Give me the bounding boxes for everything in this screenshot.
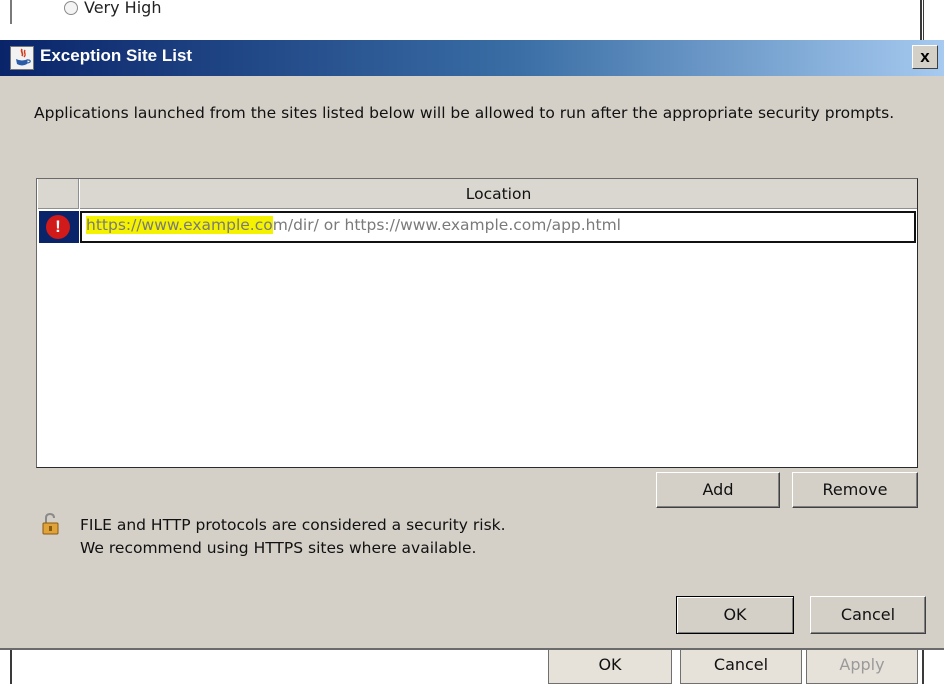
- location-placeholder-text[interactable]: https://www.example.com/dir/ or https://…: [86, 213, 621, 237]
- background-frame-bottom-right: [918, 648, 924, 684]
- background-frame-left: [10, 0, 12, 24]
- dialog-description: Applications launched from the sites lis…: [34, 104, 895, 122]
- url-rest: m/dir/ or https://www.example.com/app.ht…: [272, 216, 621, 234]
- unlocked-padlock-icon: [40, 512, 64, 536]
- error-icon: !: [46, 215, 70, 239]
- table-header-status: [38, 179, 79, 209]
- highlighted-url: https://www.example.co: [86, 216, 273, 234]
- warning-line-1: FILE and HTTP protocols are considered a…: [80, 516, 506, 534]
- very-high-radio-label: Very High: [84, 0, 162, 17]
- java-icon: [10, 46, 34, 70]
- ok-button[interactable]: OK: [676, 596, 794, 634]
- warning-line-2: We recommend using HTTPS sites where ava…: [80, 539, 477, 557]
- background-frame-right: [920, 0, 924, 40]
- background-window-bottom: [0, 650, 944, 684]
- cancel-button[interactable]: Cancel: [810, 596, 926, 634]
- dialog-title: Exception Site List: [40, 46, 193, 65]
- background-frame-bottom-left: [10, 648, 14, 684]
- very-high-radio[interactable]: [64, 1, 78, 15]
- background-ok-button[interactable]: OK: [548, 650, 672, 684]
- remove-button[interactable]: Remove: [792, 472, 918, 508]
- table-header-location[interactable]: Location: [80, 179, 917, 209]
- security-warning-text: FILE and HTTP protocols are considered a…: [80, 514, 506, 560]
- background-cancel-button[interactable]: Cancel: [680, 650, 802, 684]
- close-button[interactable]: x: [912, 45, 938, 69]
- background-apply-button: Apply: [806, 650, 918, 684]
- add-button[interactable]: Add: [656, 472, 780, 508]
